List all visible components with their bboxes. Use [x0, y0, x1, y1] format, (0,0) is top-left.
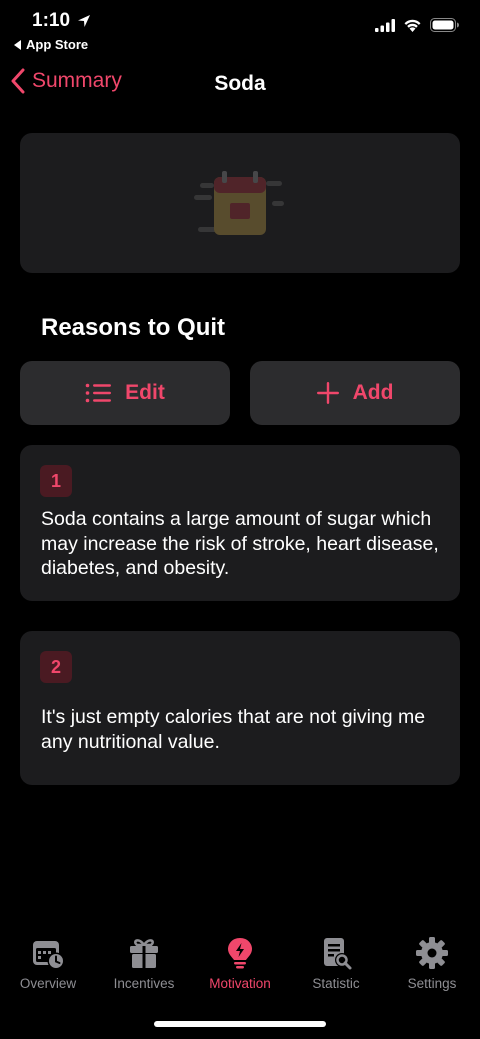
- status-icons: [375, 18, 460, 32]
- location-arrow-icon: [78, 15, 91, 27]
- back-triangle-icon: [14, 39, 21, 50]
- home-indicator[interactable]: [154, 1021, 326, 1027]
- status-time: 1:10: [32, 10, 92, 32]
- tab-settings[interactable]: Settings: [384, 935, 480, 1005]
- tab-label: Statistic: [312, 976, 360, 991]
- tab-statistic[interactable]: Statistic: [288, 935, 384, 1005]
- back-to-app-link[interactable]: App Store: [14, 37, 88, 52]
- time-text: 1:10: [32, 10, 71, 31]
- tab-bar: Overview Incentives Motivation Statistic…: [0, 935, 480, 1005]
- section-title: Reasons to Quit: [41, 314, 226, 341]
- add-button[interactable]: Add: [250, 361, 460, 425]
- calendar-illustration-icon: [194, 171, 284, 235]
- list-icon: [85, 383, 112, 403]
- tab-overview[interactable]: Overview: [0, 935, 96, 1005]
- navigation-bar: Summary Soda: [0, 62, 480, 108]
- page-title: Soda: [214, 72, 266, 95]
- reason-text: Soda contains a large amount of sugar wh…: [41, 508, 439, 579]
- tab-label: Settings: [407, 976, 457, 991]
- tab-label: Motivation: [209, 976, 271, 991]
- cellular-signal-icon: [375, 18, 395, 32]
- lightbulb-icon: [228, 938, 252, 969]
- calendar-clock-icon: [33, 941, 65, 970]
- reason-card[interactable]: 2 It's just empty calories that are not …: [20, 631, 460, 785]
- hero-image-card: [20, 133, 460, 273]
- add-label: Add: [352, 381, 394, 404]
- reason-card[interactable]: 1 Soda contains a large amount of sugar …: [20, 445, 460, 601]
- reason-number-badge: 2: [40, 651, 72, 683]
- tab-motivation[interactable]: Motivation: [192, 935, 288, 1005]
- tab-label: Incentives: [113, 976, 175, 991]
- reason-number-badge: 1: [40, 465, 72, 497]
- status-bar: 1:10 App Store: [0, 0, 480, 60]
- report-search-icon: [324, 938, 352, 970]
- battery-icon: [430, 18, 459, 32]
- edit-button[interactable]: Edit: [20, 361, 230, 425]
- gear-icon: [416, 937, 448, 969]
- tab-label: Overview: [19, 976, 77, 991]
- edit-label: Edit: [125, 381, 165, 404]
- reason-text: It's just empty calories that are not gi…: [41, 706, 426, 753]
- back-app-label: App Store: [26, 37, 89, 52]
- gift-icon: [130, 939, 158, 968]
- tab-incentives[interactable]: Incentives: [96, 935, 192, 1005]
- plus-icon: [316, 382, 339, 404]
- wifi-icon: [404, 19, 421, 32]
